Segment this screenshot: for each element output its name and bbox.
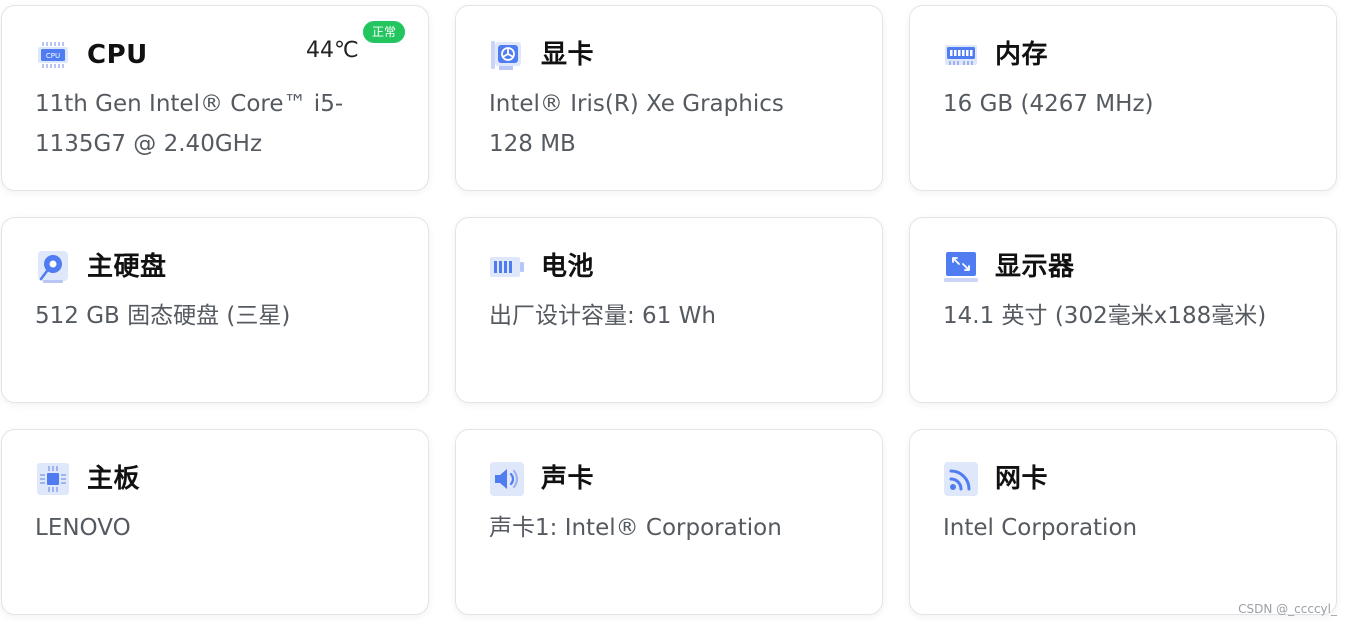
memory-module-icon xyxy=(943,37,979,73)
cpu-card-header: CPU CPU xyxy=(35,37,148,73)
gpu-card[interactable]: 显卡 Intel® Iris(R) Xe Graphics 128 MB xyxy=(455,5,883,191)
sound-card-description: 声卡1: Intel® Corporation xyxy=(489,515,782,541)
memory-title: 内存 xyxy=(995,40,1049,70)
memory-card-header: 内存 xyxy=(943,37,1048,73)
svg-text:CPU: CPU xyxy=(46,52,60,60)
network-card-description: Intel Corporation xyxy=(943,515,1138,541)
graphics-card-icon xyxy=(489,37,525,73)
monitor-title: 显示器 xyxy=(995,252,1075,282)
gpu-description: Intel® Iris(R) Xe Graphics 128 MB xyxy=(489,91,784,157)
cpu-chip-icon: CPU xyxy=(35,37,71,73)
cpu-card[interactable]: CPU CPU 44℃ 正常 11th Gen Intel® Core™ i5-… xyxy=(1,5,429,191)
network-card-card[interactable]: 网卡 Intel Corporation xyxy=(909,429,1337,615)
cpu-title: CPU xyxy=(87,40,148,70)
battery-card[interactable]: 电池 出厂设计容量: 61 Wh xyxy=(455,217,883,403)
watermark: CSDN @_ccccyl_ xyxy=(1238,602,1337,616)
network-icon xyxy=(943,461,979,497)
cpu-temperature: 44℃ xyxy=(306,38,359,63)
battery-icon xyxy=(489,249,525,285)
hard-disk-card[interactable]: 主硬盘 512 GB 固态硬盘 (三星) xyxy=(1,217,429,403)
memory-description: 16 GB (4267 MHz) xyxy=(943,91,1154,117)
motherboard-title: 主板 xyxy=(87,464,141,494)
monitor-card-header: 显示器 xyxy=(943,249,1075,285)
battery-description: 出厂设计容量: 61 Wh xyxy=(489,303,716,329)
gpu-title: 显卡 xyxy=(541,40,595,70)
memory-card[interactable]: 内存 16 GB (4267 MHz) xyxy=(909,5,1337,191)
motherboard-card-header: 主板 xyxy=(35,461,140,497)
motherboard-card[interactable]: 主板 LENOVO xyxy=(1,429,429,615)
status-badge: 正常 xyxy=(363,21,406,43)
sound-card-card[interactable]: 声卡 声卡1: Intel® Corporation xyxy=(455,429,883,615)
sound-card-header: 声卡 xyxy=(489,461,594,497)
network-card-header: 网卡 xyxy=(943,461,1048,497)
hard-disk-title: 主硬盘 xyxy=(87,252,167,282)
motherboard-description: LENOVO xyxy=(35,515,131,541)
monitor-description: 14.1 英寸 (302毫米x188毫米) xyxy=(943,303,1267,329)
hard-disk-icon xyxy=(35,249,71,285)
hard-disk-card-header: 主硬盘 xyxy=(35,249,167,285)
monitor-card[interactable]: 显示器 14.1 英寸 (302毫米x188毫米) xyxy=(909,217,1337,403)
hardware-info-grid: CPU CPU 44℃ 正常 11th Gen Intel® Core™ i5-… xyxy=(0,0,1347,624)
hard-disk-description: 512 GB 固态硬盘 (三星) xyxy=(35,303,291,329)
speaker-icon xyxy=(489,461,525,497)
gpu-card-header: 显卡 xyxy=(489,37,594,73)
cpu-description: 11th Gen Intel® Core™ i5-1135G7 @ 2.40GH… xyxy=(35,91,344,157)
battery-title: 电池 xyxy=(541,252,595,282)
motherboard-icon xyxy=(35,461,71,497)
sound-card-title: 声卡 xyxy=(541,464,595,494)
battery-card-header: 电池 xyxy=(489,249,594,285)
monitor-icon xyxy=(943,249,979,285)
network-card-title: 网卡 xyxy=(995,464,1049,494)
